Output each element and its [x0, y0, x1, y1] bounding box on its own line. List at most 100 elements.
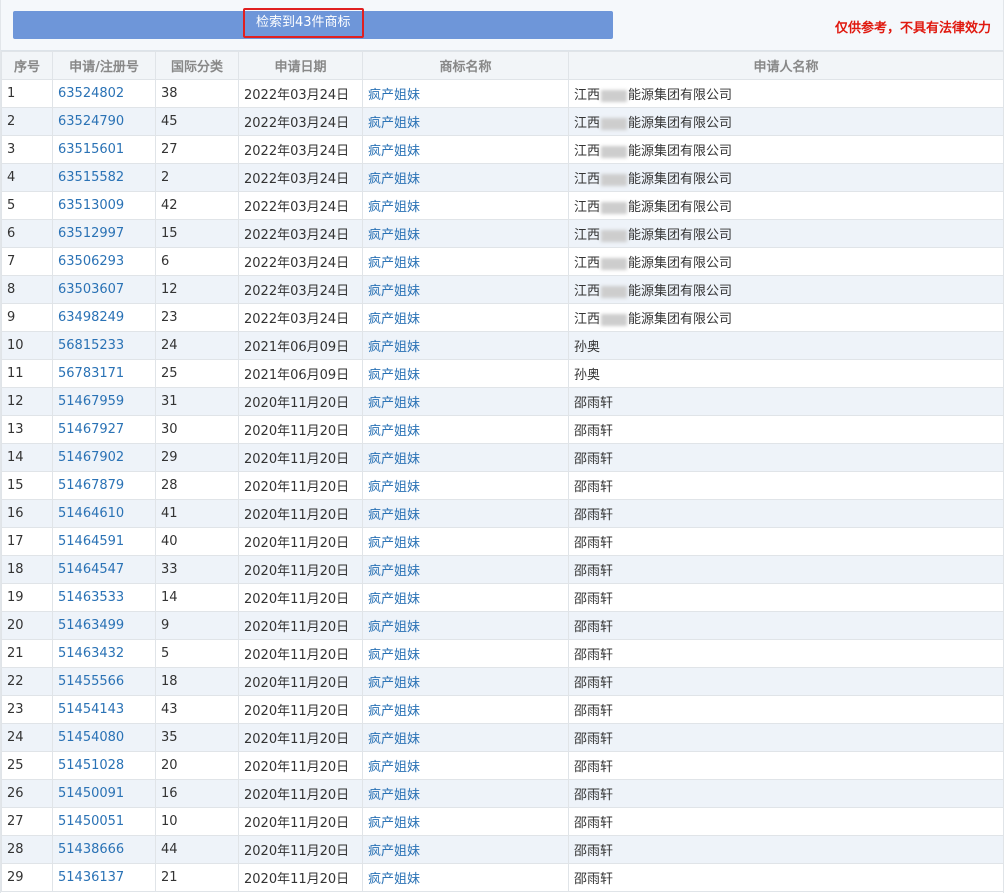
applicant-name-prefix: 邵雨轩 — [574, 788, 614, 803]
table-row: 8 63503607 12 2022年03月24日 疯产姐妹 江西 能源集团有限公司 — [1, 275, 1004, 304]
reg-number-link[interactable]: 63513009 — [52, 191, 156, 220]
reg-number-link[interactable]: 51467959 — [52, 387, 156, 416]
trademark-name-link[interactable]: 疯产姐妹 — [362, 667, 569, 696]
reg-number-link[interactable]: 51463499 — [52, 611, 156, 640]
trademark-name-link[interactable]: 疯产姐妹 — [362, 79, 569, 108]
reg-number-link[interactable]: 63512997 — [52, 219, 156, 248]
reg-number-link[interactable]: 51454143 — [52, 695, 156, 724]
reg-number-link[interactable]: 51464591 — [52, 527, 156, 556]
reg-number-link[interactable]: 51451028 — [52, 751, 156, 780]
reg-number-link[interactable]: 56783171 — [52, 359, 156, 388]
table-row: 5 63513009 42 2022年03月24日 疯产姐妹 江西 能源集团有限公司 — [1, 191, 1004, 220]
col-header-seq: 序号 — [1, 51, 53, 80]
reg-number-link[interactable]: 51454080 — [52, 723, 156, 752]
trademark-name-link[interactable]: 疯产姐妹 — [362, 555, 569, 584]
apply-date: 2022年03月24日 — [238, 107, 363, 136]
trademark-name-link[interactable]: 疯产姐妹 — [362, 863, 569, 892]
apply-date: 2020年11月20日 — [238, 751, 363, 780]
applicant-name-prefix: 邵雨轩 — [574, 508, 614, 523]
trademark-name-link[interactable]: 疯产姐妹 — [362, 751, 569, 780]
reg-number-link[interactable]: 63503607 — [52, 275, 156, 304]
reg-number-link[interactable]: 56815233 — [52, 331, 156, 360]
table-row: 14 51467902 29 2020年11月20日 疯产姐妹 邵雨轩 — [1, 443, 1004, 472]
apply-date: 2022年03月24日 — [238, 247, 363, 276]
trademark-name-link[interactable]: 疯产姐妹 — [362, 191, 569, 220]
applicant-name-prefix: 邵雨轩 — [574, 816, 614, 831]
trademark-name-link[interactable]: 疯产姐妹 — [362, 331, 569, 360]
reg-number-link[interactable]: 63498249 — [52, 303, 156, 332]
applicant-name: 邵雨轩 — [568, 387, 1004, 416]
applicant-name-suffix: 能源集团有限公司 — [628, 284, 733, 299]
apply-date: 2022年03月24日 — [238, 219, 363, 248]
trademark-name-link[interactable]: 疯产姐妹 — [362, 443, 569, 472]
trademark-name-link[interactable]: 疯产姐妹 — [362, 163, 569, 192]
intl-class: 44 — [155, 835, 239, 864]
table-row: 15 51467879 28 2020年11月20日 疯产姐妹 邵雨轩 — [1, 471, 1004, 500]
table-row: 24 51454080 35 2020年11月20日 疯产姐妹 邵雨轩 — [1, 723, 1004, 752]
table-row: 27 51450051 10 2020年11月20日 疯产姐妹 邵雨轩 — [1, 807, 1004, 836]
trademark-name-link[interactable]: 疯产姐妹 — [362, 835, 569, 864]
trademark-name-link[interactable]: 疯产姐妹 — [362, 247, 569, 276]
reg-number-link[interactable]: 51467902 — [52, 443, 156, 472]
table-row: 7 63506293 6 2022年03月24日 疯产姐妹 江西 能源集团有限公司 — [1, 247, 1004, 276]
trademark-name-link[interactable]: 疯产姐妹 — [362, 499, 569, 528]
reg-number-link[interactable]: 51450091 — [52, 779, 156, 808]
trademark-name-link[interactable]: 疯产姐妹 — [362, 779, 569, 808]
intl-class: 41 — [155, 499, 239, 528]
reg-number-link[interactable]: 63515582 — [52, 163, 156, 192]
reg-number-link[interactable]: 51438666 — [52, 835, 156, 864]
trademark-name-link[interactable]: 疯产姐妹 — [362, 387, 569, 416]
disclaimer-text: 仅供参考，不具有法律效力 — [834, 21, 991, 36]
reg-number-link[interactable]: 63515601 — [52, 135, 156, 164]
trademark-name-link[interactable]: 疯产姐妹 — [362, 135, 569, 164]
trademark-name-link[interactable]: 疯产姐妹 — [362, 527, 569, 556]
reg-number-link[interactable]: 51463533 — [52, 583, 156, 612]
applicant-name-prefix: 邵雨轩 — [574, 536, 614, 551]
trademark-name-link[interactable]: 疯产姐妹 — [362, 639, 569, 668]
applicant-name-prefix: 邵雨轩 — [574, 704, 614, 719]
applicant-name-prefix: 孙奥 — [574, 340, 601, 355]
trademark-name-link[interactable]: 疯产姐妹 — [362, 611, 569, 640]
redaction-blur — [601, 89, 628, 102]
trademark-name-link[interactable]: 疯产姐妹 — [362, 415, 569, 444]
intl-class: 10 — [155, 807, 239, 836]
trademark-name-link[interactable]: 疯产姐妹 — [362, 583, 569, 612]
trademark-name-link[interactable]: 疯产姐妹 — [362, 275, 569, 304]
reg-number-link[interactable]: 51467879 — [52, 471, 156, 500]
row-seq: 9 — [1, 303, 53, 332]
trademark-name-link[interactable]: 疯产姐妹 — [362, 359, 569, 388]
trademark-name-link[interactable]: 疯产姐妹 — [362, 219, 569, 248]
applicant-name-suffix: 能源集团有限公司 — [628, 256, 733, 271]
applicant-name: 邵雨轩 — [568, 695, 1004, 724]
trademark-name-link[interactable]: 疯产姐妹 — [362, 107, 569, 136]
row-seq: 11 — [1, 359, 53, 388]
trademark-name-link[interactable]: 疯产姐妹 — [362, 695, 569, 724]
reg-number-link[interactable]: 51455566 — [52, 667, 156, 696]
table-row: 9 63498249 23 2022年03月24日 疯产姐妹 江西 能源集团有限公司 — [1, 303, 1004, 332]
reg-number-link[interactable]: 51436137 — [52, 863, 156, 892]
intl-class: 15 — [155, 219, 239, 248]
trademark-name-link[interactable]: 疯产姐妹 — [362, 723, 569, 752]
intl-class: 35 — [155, 723, 239, 752]
reg-number-link[interactable]: 51464547 — [52, 555, 156, 584]
table-row: 25 51451028 20 2020年11月20日 疯产姐妹 邵雨轩 — [1, 751, 1004, 780]
row-seq: 10 — [1, 331, 53, 360]
trademark-name-link[interactable]: 疯产姐妹 — [362, 471, 569, 500]
reg-number-link[interactable]: 63524790 — [52, 107, 156, 136]
reg-number-link[interactable]: 51450051 — [52, 807, 156, 836]
reg-number-link[interactable]: 51467927 — [52, 415, 156, 444]
reg-number-link[interactable]: 51463432 — [52, 639, 156, 668]
reg-number-link[interactable]: 63506293 — [52, 247, 156, 276]
intl-class: 14 — [155, 583, 239, 612]
reg-number-link[interactable]: 51464610 — [52, 499, 156, 528]
applicant-name: 邵雨轩 — [568, 639, 1004, 668]
row-seq: 1 — [1, 79, 53, 108]
redaction-blur — [601, 285, 628, 298]
trademark-name-link[interactable]: 疯产姐妹 — [362, 303, 569, 332]
apply-date: 2020年11月20日 — [238, 667, 363, 696]
apply-date: 2020年11月20日 — [238, 499, 363, 528]
row-seq: 12 — [1, 387, 53, 416]
reg-number-link[interactable]: 63524802 — [52, 79, 156, 108]
intl-class: 30 — [155, 415, 239, 444]
trademark-name-link[interactable]: 疯产姐妹 — [362, 807, 569, 836]
